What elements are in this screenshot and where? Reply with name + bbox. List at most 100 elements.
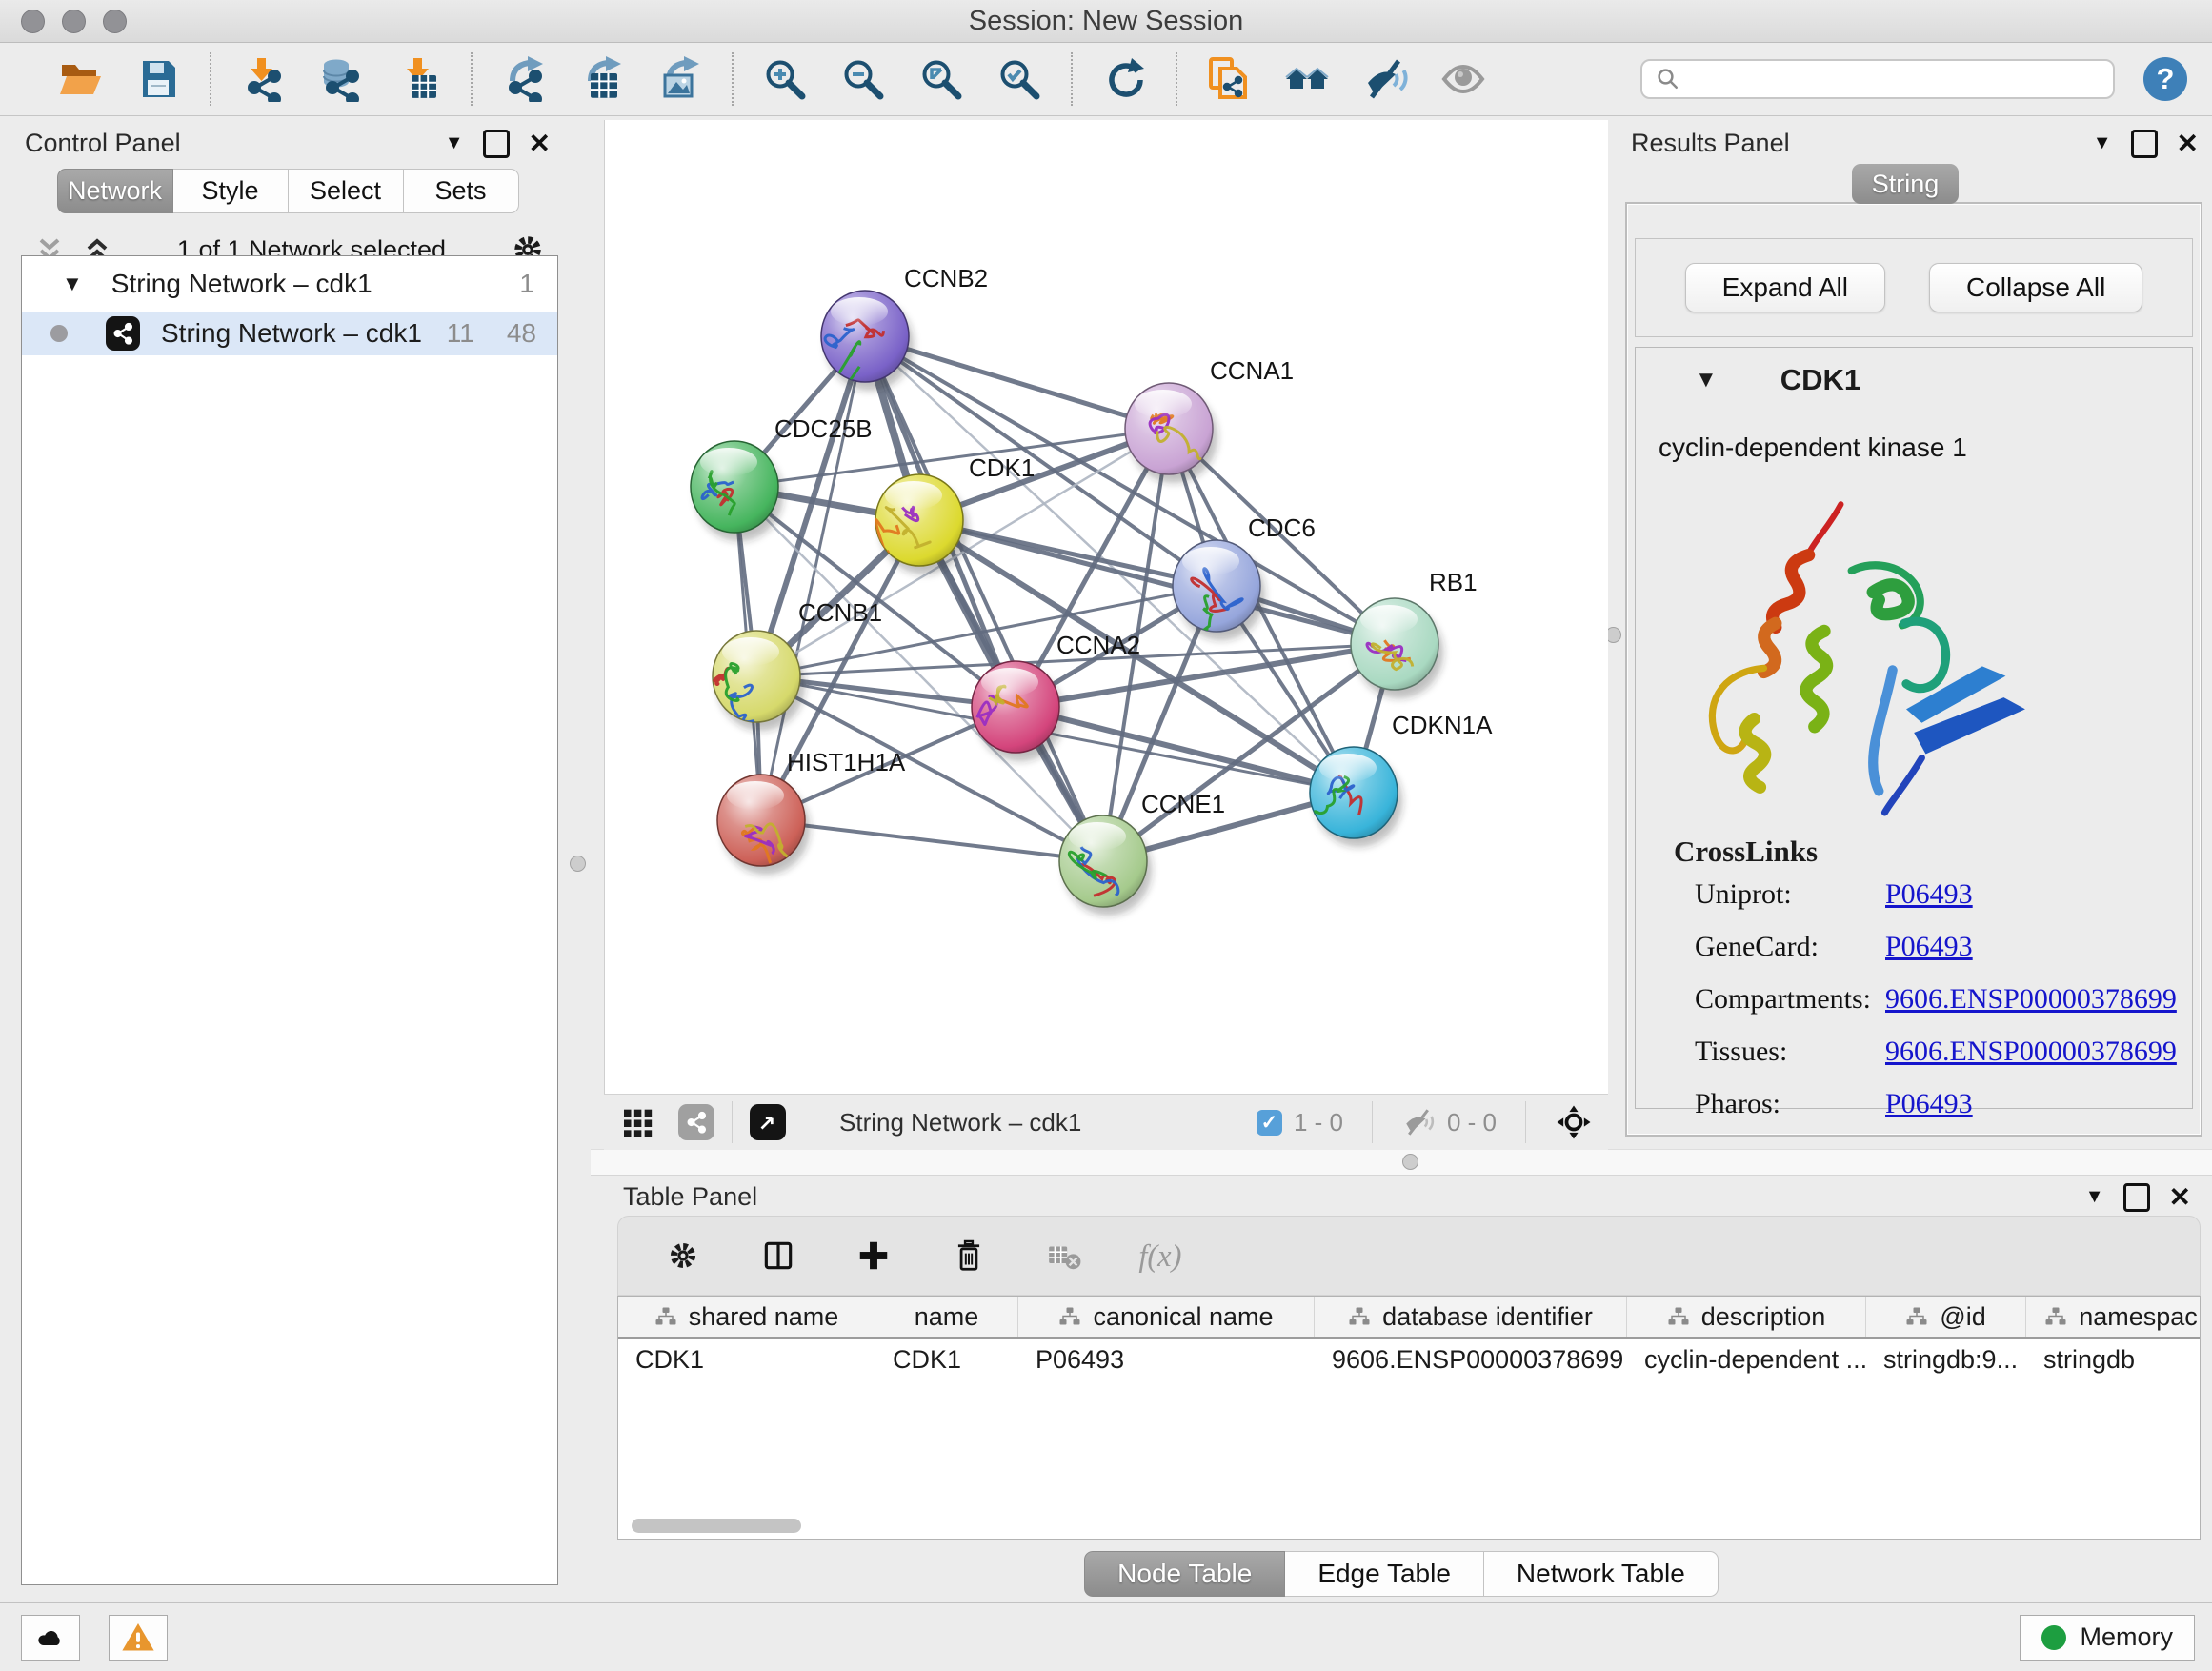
float-panel-icon[interactable]: [2131, 130, 2158, 158]
network-edge[interactable]: [761, 820, 1103, 861]
export-network-icon[interactable]: [499, 54, 549, 104]
network-node-cdc6[interactable]: CDC6: [1173, 513, 1316, 641]
panel-menu-icon[interactable]: ▼: [2085, 1186, 2104, 1208]
first-neighbors-icon[interactable]: [1282, 54, 1332, 104]
tab-string[interactable]: String: [1852, 164, 1959, 204]
cloud-status-button[interactable]: [21, 1615, 80, 1661]
network-view-icon[interactable]: [678, 1104, 714, 1140]
column-header--id[interactable]: @id: [1866, 1297, 2026, 1337]
tab-network-table[interactable]: Network Table: [1484, 1551, 1719, 1597]
table-cell[interactable]: 9606.ENSP00000378699: [1315, 1345, 1627, 1375]
column-header-name[interactable]: name: [875, 1297, 1018, 1337]
bottom-splitter[interactable]: [591, 1149, 2212, 1176]
crosslink-link[interactable]: 9606.ENSP00000378699: [1885, 983, 2177, 1016]
import-database-icon[interactable]: [316, 54, 366, 104]
tab-select[interactable]: Select: [289, 169, 404, 213]
search-input[interactable]: [1640, 59, 2115, 99]
help-button[interactable]: ?: [2143, 57, 2187, 101]
split-columns-icon[interactable]: [754, 1231, 803, 1280]
gear-icon[interactable]: [658, 1231, 708, 1280]
open-file-icon[interactable]: [55, 54, 105, 104]
close-panel-icon[interactable]: ✕: [2169, 1181, 2191, 1213]
network-collection-row[interactable]: ▼ String Network – cdk1 1: [22, 256, 557, 312]
add-column-icon[interactable]: [849, 1231, 898, 1280]
network-node-hist1h1a[interactable]: HIST1H1A: [717, 748, 906, 875]
column-header-shared-name[interactable]: shared name: [618, 1297, 875, 1337]
node-table[interactable]: shared namenamecanonical namedatabase id…: [617, 1296, 2201, 1540]
column-header-namespac[interactable]: namespac: [2026, 1297, 2201, 1337]
table-cell[interactable]: stringdb: [2026, 1345, 2201, 1375]
collapse-triangle-icon[interactable]: ▼: [62, 272, 83, 296]
zoom-in-icon[interactable]: [760, 54, 810, 104]
tab-sets[interactable]: Sets: [404, 169, 519, 213]
close-panel-icon[interactable]: ✕: [2177, 128, 2199, 159]
crosslink-link[interactable]: P06493: [1885, 931, 1973, 963]
float-panel-icon[interactable]: [483, 130, 510, 158]
network-edge[interactable]: [919, 520, 1395, 644]
memory-button[interactable]: Memory: [2020, 1615, 2195, 1661]
close-panel-icon[interactable]: ✕: [529, 128, 551, 159]
expand-all-button[interactable]: Expand All: [1685, 263, 1885, 312]
tab-style[interactable]: Style: [173, 169, 289, 213]
table-cell[interactable]: cyclin-dependent ...: [1627, 1345, 1866, 1375]
node-card-header[interactable]: ▼ CDK1: [1636, 348, 2192, 413]
network-row-selected[interactable]: String Network – cdk1 11 48: [22, 312, 557, 355]
maximize-window-button[interactable]: [103, 10, 127, 33]
network-node-rb1[interactable]: RB1: [1351, 568, 1478, 698]
network-node-ccna2[interactable]: CCNA2: [972, 631, 1140, 761]
table-cell[interactable]: stringdb:9...: [1866, 1345, 2026, 1375]
export-image-icon[interactable]: [655, 54, 705, 104]
zoom-out-icon[interactable]: [838, 54, 888, 104]
table-cell[interactable]: P06493: [1018, 1345, 1315, 1375]
zoom-selected-icon[interactable]: [995, 54, 1044, 104]
horizontal-scrollbar[interactable]: [632, 1519, 801, 1533]
network-node-ccna1[interactable]: CCNA1: [1125, 356, 1294, 483]
tab-node-table[interactable]: Node Table: [1084, 1551, 1285, 1597]
right-splitter[interactable]: [1608, 120, 1619, 1094]
network-node-ccnb1[interactable]: CCNB1: [713, 598, 882, 731]
zoom-fit-icon[interactable]: [916, 54, 966, 104]
network-node-cdk1[interactable]: CDK1: [875, 453, 1035, 574]
panel-menu-icon[interactable]: ▼: [2093, 132, 2112, 154]
network-canvas[interactable]: CCNB2CCNA1CDC25BCDK1CDC6RB1CCNB1CCNA2CDK…: [604, 120, 1608, 1094]
save-session-icon[interactable]: [133, 54, 183, 104]
column-header-canonical-name[interactable]: canonical name: [1018, 1297, 1315, 1337]
close-window-button[interactable]: [21, 10, 45, 33]
show-all-icon[interactable]: [1438, 54, 1488, 104]
network-node-cdkn1a[interactable]: CDKN1A: [1310, 711, 1493, 847]
hide-selected-icon[interactable]: [1360, 54, 1410, 104]
grid-view-icon[interactable]: [619, 1103, 657, 1141]
detach-view-icon[interactable]: [750, 1104, 786, 1140]
selected-checkbox[interactable]: ✓: [1257, 1110, 1282, 1136]
table-cell[interactable]: CDK1: [875, 1345, 1018, 1375]
collapse-all-button[interactable]: Collapse All: [1929, 263, 2142, 312]
network-edge[interactable]: [865, 336, 1103, 861]
crosslink-link[interactable]: 9606.ENSP00000378699: [1885, 1036, 2177, 1068]
import-network-icon[interactable]: [238, 54, 288, 104]
float-panel-icon[interactable]: [2123, 1183, 2150, 1212]
import-table-icon[interactable]: [394, 54, 444, 104]
column-header-database-identifier[interactable]: database identifier: [1315, 1297, 1627, 1337]
function-icon[interactable]: f(x): [1135, 1231, 1184, 1280]
export-table-icon[interactable]: [577, 54, 627, 104]
table-row[interactable]: CDK1CDK1P064939606.ENSP00000378699cyclin…: [618, 1339, 2200, 1380]
crosslink-link[interactable]: P06493: [1885, 1088, 1973, 1120]
collapse-triangle-icon[interactable]: ▼: [1695, 367, 1718, 393]
crosslink-link[interactable]: P06493: [1885, 878, 1973, 911]
hidden-eye-icon[interactable]: [1401, 1105, 1436, 1139]
splitter-grip[interactable]: [1402, 1154, 1418, 1170]
panel-menu-icon[interactable]: ▼: [445, 132, 464, 154]
splitter-grip[interactable]: [570, 856, 586, 872]
network-node-ccne1[interactable]: CCNE1: [1059, 790, 1225, 916]
minimize-window-button[interactable]: [62, 10, 86, 33]
tab-network[interactable]: Network: [57, 169, 173, 213]
column-header-description[interactable]: description: [1627, 1297, 1866, 1337]
delete-column-icon[interactable]: [944, 1231, 994, 1280]
fit-selection-icon[interactable]: [1555, 1103, 1593, 1141]
tab-edge-table[interactable]: Edge Table: [1285, 1551, 1484, 1597]
warnings-button[interactable]: [109, 1615, 168, 1661]
network-node-ccnb2[interactable]: CCNB2: [821, 264, 988, 391]
delete-table-icon[interactable]: [1039, 1231, 1089, 1280]
table-cell[interactable]: CDK1: [618, 1345, 875, 1375]
refresh-icon[interactable]: [1099, 54, 1149, 104]
